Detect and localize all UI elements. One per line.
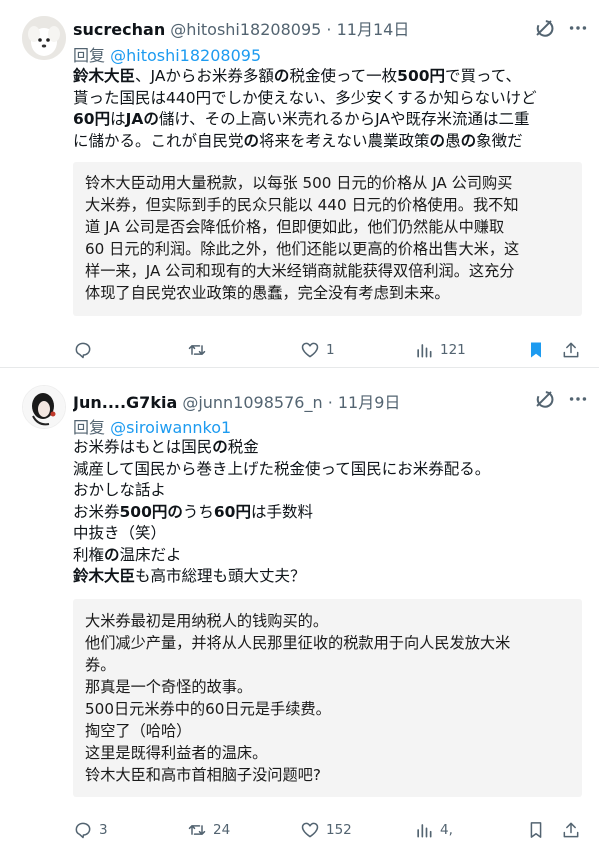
more-options-icon[interactable] [567,17,589,39]
bookmark-button[interactable] [526,817,546,843]
display-name[interactable]: Jun....G7kia [73,393,177,412]
avatar[interactable] [22,16,66,60]
views-icon [417,824,432,838]
grok-icon[interactable] [533,17,555,39]
reply-context: 回复 @siroiwannko1 [73,414,231,438]
translation-line: 500日元米券中的60日元是手续费。 [85,700,331,718]
bookmark-icon [530,822,542,838]
views-button[interactable]: 4, [414,817,453,843]
user-handle[interactable]: @junn1098576_n [182,393,322,412]
share-icon [563,822,579,838]
tweet-text: 鈴木大臣、JAからお米券多額の税金使って一枚500円で買って、 貰った国民は44… [73,66,579,152]
translation-box: 铃木大臣动用大量税款，以每张 500 日元的价格从 JA 公司购买 大米券，但实… [73,162,582,316]
translation-line: 那真是一个奇怪的故事。 [85,678,253,696]
tweet-line: 減産して国民から巻き上げた税金使って国民にお米券配る。 [73,459,491,478]
retweet-count: 24 [213,822,231,838]
action-bar: 1 121 [73,337,588,363]
tweet-line: 利権の温床だよ [73,545,182,564]
share-button[interactable] [561,817,581,843]
heart-icon [301,342,319,358]
views-icon [417,344,432,358]
action-bar: 3 24 152 4, [73,817,588,843]
translation-line: 道 JA 公司是否会降低价格，但即便如此，他们仍然能从中赚取 [85,218,505,236]
tweet-line: お米券500円のうち60円は手数料 [73,502,313,521]
separator-dot: · [327,393,333,412]
tweet-line: お米券はもとは国民の税金 [73,438,259,456]
reply-button[interactable] [73,337,99,363]
translation-line: 这里是既得利益者的温床。 [85,744,268,762]
translation-line: 他们减少产量，并将从人民那里征收的税款用于向人民发放大米 [85,634,511,652]
separator-dot: · [326,20,332,39]
like-count: 152 [326,822,352,838]
like-count: 1 [326,342,335,358]
tweet-1[interactable]: sucrechan @hitoshi18208095 · 11月14日 回复 @… [0,0,599,368]
translation-line: 60 日元的利润。除此之外，他们还能以更高的价格出售大米，这 [85,240,520,258]
tweet-header: sucrechan @hitoshi18208095 · 11月14日 [73,16,539,40]
user-handle[interactable]: @hitoshi18208095 [170,20,321,39]
share-button[interactable] [561,337,581,363]
retweet-icon [188,345,206,355]
tweet-header: Jun....G7kia @junn1098576_n · 11月9日 [73,389,539,413]
reply-icon [75,342,91,359]
reply-icon [75,822,91,839]
translation-line: 样一来，JA 公司和现有的大米经销商就能获得双倍利润。这充分 [85,262,515,280]
bookmark-filled-icon [531,342,541,358]
reply-context: 回复 @hitoshi18208095 [73,42,261,66]
display-name[interactable]: sucrechan [73,20,165,39]
translation-line: 掏空了（哈哈） [85,722,192,740]
tweet-text: お米券はもとは国民の税金 減産して国民から巻き上げた税金使って国民にお米券配る。… [73,437,579,588]
tweet-line: に儲かる。これが自民党の将来を考えない農業政策の愚の象徴だ [73,131,523,150]
reply-to-link[interactable]: @hitoshi18208095 [110,46,261,65]
reply-count: 3 [99,822,108,838]
retweet-button[interactable]: 24 [187,817,230,843]
bookmark-button[interactable] [526,337,546,363]
tweet-line: 60円はJAの儲け、その上高い米売れるからJAや既存米流通は二重 [73,110,530,128]
share-icon [563,342,579,358]
tweet-line: 貰った国民は440円でしか使えない、多少安くするか知らないけど [73,88,537,107]
reply-prefix: 回复 [73,46,106,65]
view-count: 4, [440,822,453,838]
tweet-date[interactable]: 11月9日 [338,393,401,412]
retweet-icon [188,825,206,835]
translation-line: 券。 [85,656,116,674]
tweet-line: 中抜き（笑） [73,524,167,542]
like-button[interactable]: 1 [300,337,335,363]
grok-icon[interactable] [533,388,555,410]
translation-line: 铃木大臣动用大量税款，以每张 500 日元的价格从 JA 公司购买 [85,174,513,192]
tweet-line: 鈴木大臣も高市総理も頭大丈夫？ [73,567,306,585]
translation-line: 铃木大臣和高市首相脑子没问题吧? [85,766,321,784]
view-count: 121 [440,342,466,358]
tweet-2[interactable]: Jun....G7kia @junn1098576_n · 11月9日 回复 @… [0,369,599,852]
translation-box: 大米券最初是用纳税人的钱购买的。 他们减少产量，并将从人民那里征收的税款用于向人… [73,599,582,797]
tweet-date[interactable]: 11月14日 [337,20,410,39]
reply-button[interactable]: 3 [73,817,108,843]
avatar[interactable] [22,385,66,429]
heart-icon [301,822,319,838]
views-button[interactable]: 121 [414,337,466,363]
reply-to-link[interactable]: @siroiwannko1 [110,418,231,437]
reply-prefix: 回复 [73,418,106,437]
retweet-button[interactable] [187,337,213,363]
tweet-line: 鈴木大臣、JAからお米券多額の税金使って一枚500円で買って、 [73,67,521,85]
more-options-icon[interactable] [567,388,589,410]
tweet-line: おかしな話よ [73,481,167,499]
like-button[interactable]: 152 [300,817,352,843]
translation-line: 大米券，但实际到手的民众只能以 440 日元的价格使用。我不知 [85,196,519,214]
translation-line: 体现了自民党农业政策的愚蠢，完全没有考虑到未来。 [85,284,450,302]
translation-line: 大米券最初是用纳税人的钱购买的。 [85,612,328,630]
